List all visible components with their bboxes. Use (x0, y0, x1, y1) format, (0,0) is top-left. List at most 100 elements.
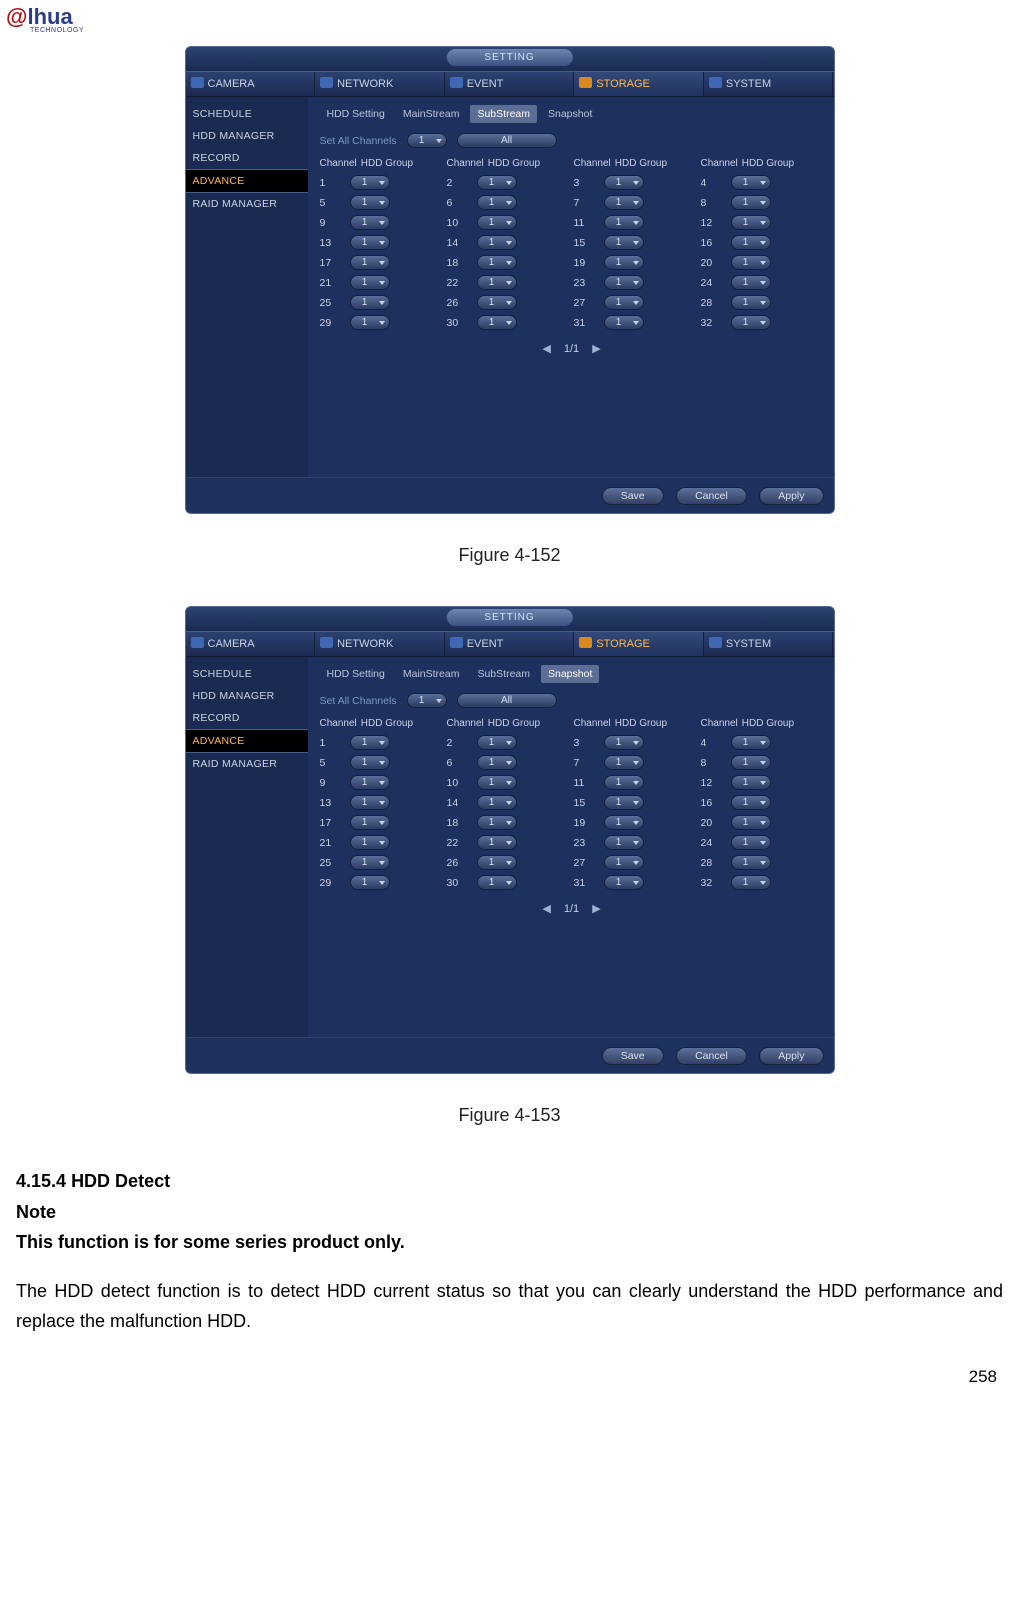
next-page-icon[interactable]: ▶ (592, 342, 600, 355)
hdd-group-dropdown[interactable]: 1 (731, 875, 771, 890)
hdd-group-dropdown[interactable]: 1 (350, 815, 390, 830)
hdd-group-dropdown[interactable]: 1 (604, 735, 644, 750)
subtab-hdd-setting[interactable]: HDD Setting (320, 665, 392, 683)
save-button[interactable]: Save (602, 1047, 664, 1065)
hdd-group-dropdown[interactable]: 1 (604, 855, 644, 870)
hdd-group-dropdown[interactable]: 1 (477, 215, 517, 230)
hdd-group-dropdown[interactable]: 1 (604, 315, 644, 330)
top-tab-system[interactable]: SYSTEM (704, 632, 834, 656)
hdd-group-dropdown[interactable]: 1 (477, 235, 517, 250)
hdd-group-dropdown[interactable]: 1 (731, 235, 771, 250)
sidebar-item-advance[interactable]: ADVANCE (186, 169, 308, 193)
hdd-group-dropdown[interactable]: 1 (604, 215, 644, 230)
set-all-dropdown[interactable]: 1 (407, 693, 447, 708)
hdd-group-dropdown[interactable]: 1 (731, 215, 771, 230)
hdd-group-dropdown[interactable]: 1 (604, 795, 644, 810)
all-button[interactable]: All (457, 693, 557, 708)
hdd-group-dropdown[interactable]: 1 (604, 275, 644, 290)
top-tab-storage[interactable]: STORAGE (574, 632, 704, 656)
hdd-group-dropdown[interactable]: 1 (731, 775, 771, 790)
hdd-group-dropdown[interactable]: 1 (350, 735, 390, 750)
hdd-group-dropdown[interactable]: 1 (604, 815, 644, 830)
hdd-group-dropdown[interactable]: 1 (604, 775, 644, 790)
hdd-group-dropdown[interactable]: 1 (350, 835, 390, 850)
top-tab-network[interactable]: NETWORK (315, 72, 445, 96)
subtab-snapshot[interactable]: Snapshot (541, 105, 599, 123)
hdd-group-dropdown[interactable]: 1 (477, 315, 517, 330)
hdd-group-dropdown[interactable]: 1 (350, 295, 390, 310)
hdd-group-dropdown[interactable]: 1 (350, 875, 390, 890)
sidebar-item-hdd-manager[interactable]: HDD MANAGER (186, 685, 308, 707)
hdd-group-dropdown[interactable]: 1 (477, 195, 517, 210)
top-tab-event[interactable]: EVENT (445, 72, 575, 96)
hdd-group-dropdown[interactable]: 1 (604, 835, 644, 850)
hdd-group-dropdown[interactable]: 1 (477, 275, 517, 290)
hdd-group-dropdown[interactable]: 1 (731, 755, 771, 770)
prev-page-icon[interactable]: ◀ (542, 342, 550, 355)
subtab-substream[interactable]: SubStream (470, 105, 537, 123)
hdd-group-dropdown[interactable]: 1 (477, 775, 517, 790)
hdd-group-dropdown[interactable]: 1 (604, 235, 644, 250)
hdd-group-dropdown[interactable]: 1 (350, 275, 390, 290)
hdd-group-dropdown[interactable]: 1 (731, 735, 771, 750)
hdd-group-dropdown[interactable]: 1 (731, 315, 771, 330)
sidebar-item-raid-manager[interactable]: RAID MANAGER (186, 753, 308, 775)
hdd-group-dropdown[interactable]: 1 (604, 195, 644, 210)
subtab-snapshot[interactable]: Snapshot (541, 665, 599, 683)
hdd-group-dropdown[interactable]: 1 (350, 175, 390, 190)
cancel-button[interactable]: Cancel (676, 487, 747, 505)
hdd-group-dropdown[interactable]: 1 (477, 735, 517, 750)
sidebar-item-schedule[interactable]: SCHEDULE (186, 103, 308, 125)
hdd-group-dropdown[interactable]: 1 (477, 795, 517, 810)
hdd-group-dropdown[interactable]: 1 (731, 275, 771, 290)
subtab-mainstream[interactable]: MainStream (396, 665, 467, 683)
sidebar-item-raid-manager[interactable]: RAID MANAGER (186, 193, 308, 215)
hdd-group-dropdown[interactable]: 1 (350, 195, 390, 210)
subtab-substream[interactable]: SubStream (470, 665, 537, 683)
apply-button[interactable]: Apply (759, 1047, 823, 1065)
hdd-group-dropdown[interactable]: 1 (477, 175, 517, 190)
apply-button[interactable]: Apply (759, 487, 823, 505)
sidebar-item-hdd-manager[interactable]: HDD MANAGER (186, 125, 308, 147)
next-page-icon[interactable]: ▶ (592, 902, 600, 915)
hdd-group-dropdown[interactable]: 1 (731, 795, 771, 810)
hdd-group-dropdown[interactable]: 1 (604, 295, 644, 310)
hdd-group-dropdown[interactable]: 1 (731, 255, 771, 270)
hdd-group-dropdown[interactable]: 1 (350, 755, 390, 770)
prev-page-icon[interactable]: ◀ (542, 902, 550, 915)
sidebar-item-advance[interactable]: ADVANCE (186, 729, 308, 753)
hdd-group-dropdown[interactable]: 1 (350, 255, 390, 270)
top-tab-system[interactable]: SYSTEM (704, 72, 834, 96)
top-tab-camera[interactable]: CAMERA (186, 72, 316, 96)
hdd-group-dropdown[interactable]: 1 (731, 195, 771, 210)
set-all-dropdown[interactable]: 1 (407, 133, 447, 148)
hdd-group-dropdown[interactable]: 1 (604, 175, 644, 190)
hdd-group-dropdown[interactable]: 1 (350, 855, 390, 870)
hdd-group-dropdown[interactable]: 1 (604, 755, 644, 770)
sidebar-item-schedule[interactable]: SCHEDULE (186, 663, 308, 685)
hdd-group-dropdown[interactable]: 1 (731, 855, 771, 870)
all-button[interactable]: All (457, 133, 557, 148)
hdd-group-dropdown[interactable]: 1 (731, 815, 771, 830)
sidebar-item-record[interactable]: RECORD (186, 147, 308, 169)
hdd-group-dropdown[interactable]: 1 (350, 795, 390, 810)
sidebar-item-record[interactable]: RECORD (186, 707, 308, 729)
hdd-group-dropdown[interactable]: 1 (731, 835, 771, 850)
hdd-group-dropdown[interactable]: 1 (477, 255, 517, 270)
hdd-group-dropdown[interactable]: 1 (477, 815, 517, 830)
hdd-group-dropdown[interactable]: 1 (477, 855, 517, 870)
hdd-group-dropdown[interactable]: 1 (350, 235, 390, 250)
subtab-mainstream[interactable]: MainStream (396, 105, 467, 123)
hdd-group-dropdown[interactable]: 1 (477, 875, 517, 890)
hdd-group-dropdown[interactable]: 1 (350, 775, 390, 790)
hdd-group-dropdown[interactable]: 1 (477, 295, 517, 310)
hdd-group-dropdown[interactable]: 1 (604, 255, 644, 270)
top-tab-storage[interactable]: STORAGE (574, 72, 704, 96)
hdd-group-dropdown[interactable]: 1 (604, 875, 644, 890)
top-tab-event[interactable]: EVENT (445, 632, 575, 656)
hdd-group-dropdown[interactable]: 1 (350, 215, 390, 230)
cancel-button[interactable]: Cancel (676, 1047, 747, 1065)
hdd-group-dropdown[interactable]: 1 (477, 755, 517, 770)
subtab-hdd-setting[interactable]: HDD Setting (320, 105, 392, 123)
hdd-group-dropdown[interactable]: 1 (731, 175, 771, 190)
